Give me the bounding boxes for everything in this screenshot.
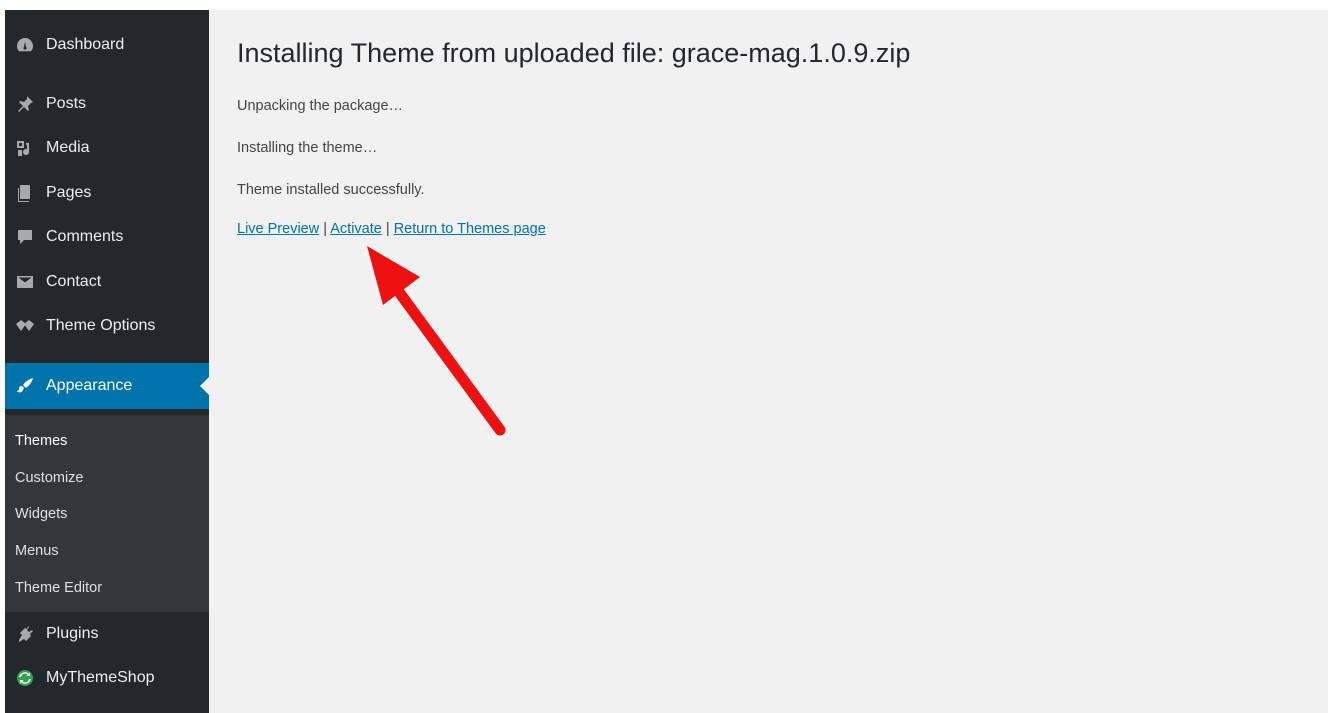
page-title: Installing Theme from uploaded file: gra… bbox=[237, 38, 911, 68]
refresh-icon bbox=[12, 667, 38, 689]
menu-media-label: Media bbox=[46, 139, 90, 156]
live-preview-link[interactable]: Live Preview bbox=[237, 221, 319, 237]
menu-comments[interactable]: Comments bbox=[5, 215, 209, 259]
submenu-widgets[interactable]: Widgets bbox=[15, 506, 67, 522]
theme-actions: Live Preview | Activate | Return to Them… bbox=[237, 221, 546, 237]
menu-plugins-label: Plugins bbox=[46, 625, 99, 642]
separator: | bbox=[323, 221, 328, 237]
menu-contact[interactable]: Contact bbox=[5, 260, 209, 304]
admin-sidebar: Dashboard Posts Media Pages Comments Con… bbox=[5, 10, 209, 713]
status-unpacking: Unpacking the package… bbox=[237, 98, 404, 114]
main-content: Installing Theme from uploaded file: gra… bbox=[209, 10, 1328, 713]
status-installing: Installing the theme… bbox=[237, 140, 378, 156]
menu-media[interactable]: Media bbox=[5, 126, 209, 170]
diamond-icon bbox=[12, 315, 38, 337]
current-menu-pointer bbox=[200, 377, 209, 395]
menu-contact-label: Contact bbox=[46, 273, 102, 290]
envelope-icon bbox=[12, 271, 38, 293]
comment-icon bbox=[12, 226, 38, 248]
activate-link[interactable]: Activate bbox=[330, 221, 382, 237]
separator: | bbox=[385, 221, 390, 237]
menu-mythemeshop[interactable]: MyThemeShop bbox=[5, 656, 209, 700]
menu-theme-options-label: Theme Options bbox=[46, 317, 156, 334]
submenu-menus[interactable]: Menus bbox=[15, 543, 59, 559]
menu-dashboard-label: Dashboard bbox=[46, 36, 125, 53]
submenu-customize[interactable]: Customize bbox=[15, 470, 84, 486]
menu-posts-label: Posts bbox=[46, 95, 87, 112]
submenu-themes[interactable]: Themes bbox=[15, 433, 67, 449]
menu-dashboard[interactable]: Dashboard bbox=[5, 23, 209, 67]
pushpin-icon bbox=[12, 93, 38, 115]
menu-pages-label: Pages bbox=[46, 184, 92, 201]
menu-appearance[interactable]: Appearance bbox=[5, 363, 209, 409]
submenu-theme-editor[interactable]: Theme Editor bbox=[15, 580, 102, 596]
menu-pages[interactable]: Pages bbox=[5, 171, 209, 215]
pages-icon bbox=[12, 182, 38, 204]
dashboard-icon bbox=[12, 34, 38, 56]
status-success: Theme installed successfully. bbox=[237, 182, 425, 198]
menu-comments-label: Comments bbox=[46, 228, 124, 245]
return-to-themes-link[interactable]: Return to Themes page bbox=[394, 221, 546, 237]
paintbrush-icon bbox=[12, 375, 38, 397]
menu-posts[interactable]: Posts bbox=[5, 82, 209, 126]
menu-appearance-label: Appearance bbox=[46, 377, 133, 394]
menu-mythemeshop-label: MyThemeShop bbox=[46, 669, 155, 686]
plugin-icon bbox=[12, 623, 38, 645]
media-icon bbox=[12, 137, 38, 159]
appearance-submenu: Themes Customize Widgets Menus Theme Edi… bbox=[5, 415, 209, 612]
menu-theme-options[interactable]: Theme Options bbox=[5, 304, 209, 348]
menu-plugins[interactable]: Plugins bbox=[5, 612, 209, 656]
